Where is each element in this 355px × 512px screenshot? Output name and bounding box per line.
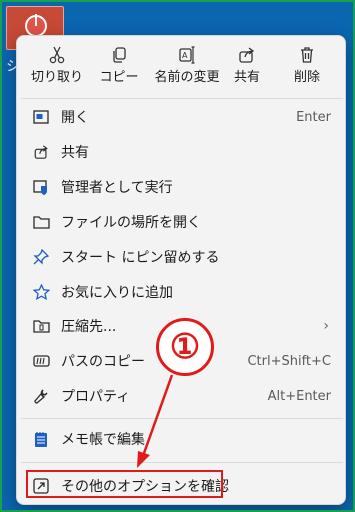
annotation-arrow [137,374,174,468]
annotation-marker: ① [156,318,214,376]
